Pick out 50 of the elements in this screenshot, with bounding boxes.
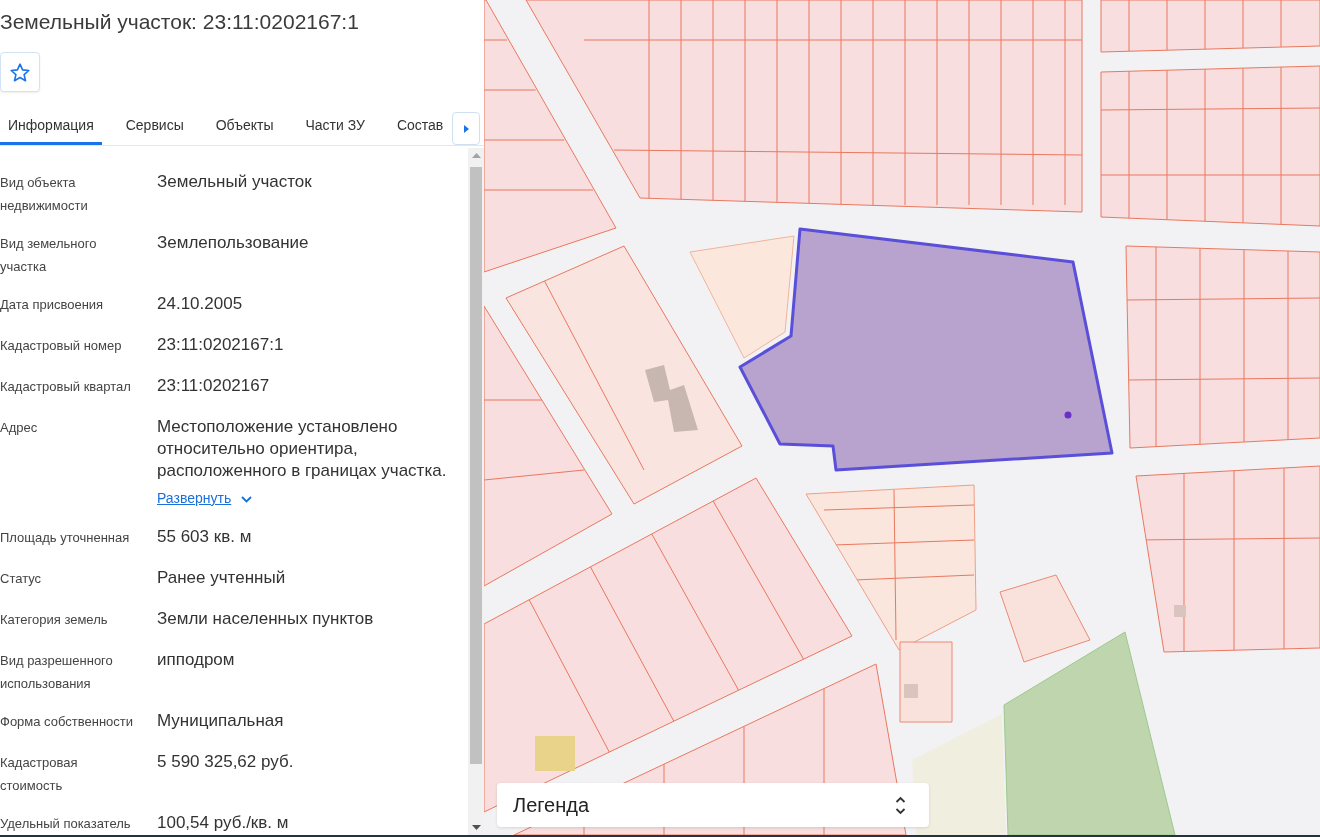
field-value: Местоположение установлено относительно ориентира, расположенного в границах участка. bbox=[157, 416, 448, 482]
field-label: Адрес bbox=[0, 419, 39, 437]
chevron-down-icon bbox=[241, 495, 253, 503]
field-value: Ранее учтенный bbox=[157, 567, 287, 589]
building bbox=[904, 684, 918, 698]
tab[interactable]: Части ЗУ bbox=[297, 105, 373, 145]
caret-right-icon bbox=[463, 124, 469, 133]
chevron-up-down-icon bbox=[895, 795, 906, 815]
field-value: Земли населенных пунктов bbox=[157, 608, 375, 630]
favorite-button[interactable] bbox=[0, 52, 40, 92]
panel-title: Земельный участок: 23:11:0202167:1 bbox=[0, 9, 360, 34]
field-label: Форма собственности bbox=[0, 713, 135, 731]
scroll-up-icon[interactable] bbox=[471, 153, 481, 158]
field-label: Вид земельного участка bbox=[0, 235, 98, 276]
tabs-scroll-button[interactable] bbox=[452, 112, 480, 145]
field-value: 24.10.2005 bbox=[157, 293, 244, 315]
field-value: Землепользование bbox=[157, 232, 310, 254]
field-value: 100,54 руб./кв. м bbox=[157, 812, 290, 834]
dot-marker-icon bbox=[1064, 411, 1072, 419]
scrollbar-thumb[interactable] bbox=[470, 167, 482, 764]
field-label: Категория земель bbox=[0, 611, 109, 629]
field-value: Муниципальная bbox=[157, 710, 285, 732]
field-value: 23:11:0202167 bbox=[157, 375, 271, 397]
field-label: Кадастровый номер bbox=[0, 337, 123, 355]
field-label: Удельный показатель bbox=[0, 815, 132, 833]
field-label: Статус bbox=[0, 570, 43, 588]
building bbox=[535, 736, 575, 771]
highlighted-parcel[interactable] bbox=[738, 227, 1114, 472]
field-value: Земельный участок bbox=[157, 171, 313, 193]
tab[interactable]: Информация bbox=[0, 105, 102, 145]
tab[interactable]: Сервисы bbox=[117, 105, 192, 145]
field-label: Вид объекта недвижимости bbox=[0, 174, 89, 215]
field-label: Площадь уточненная bbox=[0, 529, 131, 547]
tab[interactable]: Состав bbox=[388, 105, 452, 145]
scrollbar[interactable] bbox=[468, 148, 484, 835]
building bbox=[645, 365, 698, 432]
building bbox=[1174, 605, 1186, 617]
star-icon bbox=[10, 62, 30, 82]
scroll-down-icon[interactable] bbox=[471, 825, 481, 830]
field-label: Дата присвоения bbox=[0, 296, 105, 314]
expand-link[interactable]: Развернуть bbox=[157, 485, 253, 511]
field-value: 55 603 кв. м bbox=[157, 526, 253, 548]
tab[interactable]: Объекты bbox=[207, 105, 282, 145]
field-value: 23:11:0202167:1 bbox=[157, 334, 285, 356]
field-label: Кадастровый квартал bbox=[0, 378, 132, 396]
field-label: Кадастровая стоимость bbox=[0, 754, 79, 795]
legend-toggle[interactable]: Легенда bbox=[497, 783, 929, 827]
field-value: ипподром bbox=[157, 649, 236, 671]
field-label: Вид разрешенного использования bbox=[0, 652, 114, 693]
field-value: 5 590 325,62 руб. bbox=[157, 751, 295, 773]
